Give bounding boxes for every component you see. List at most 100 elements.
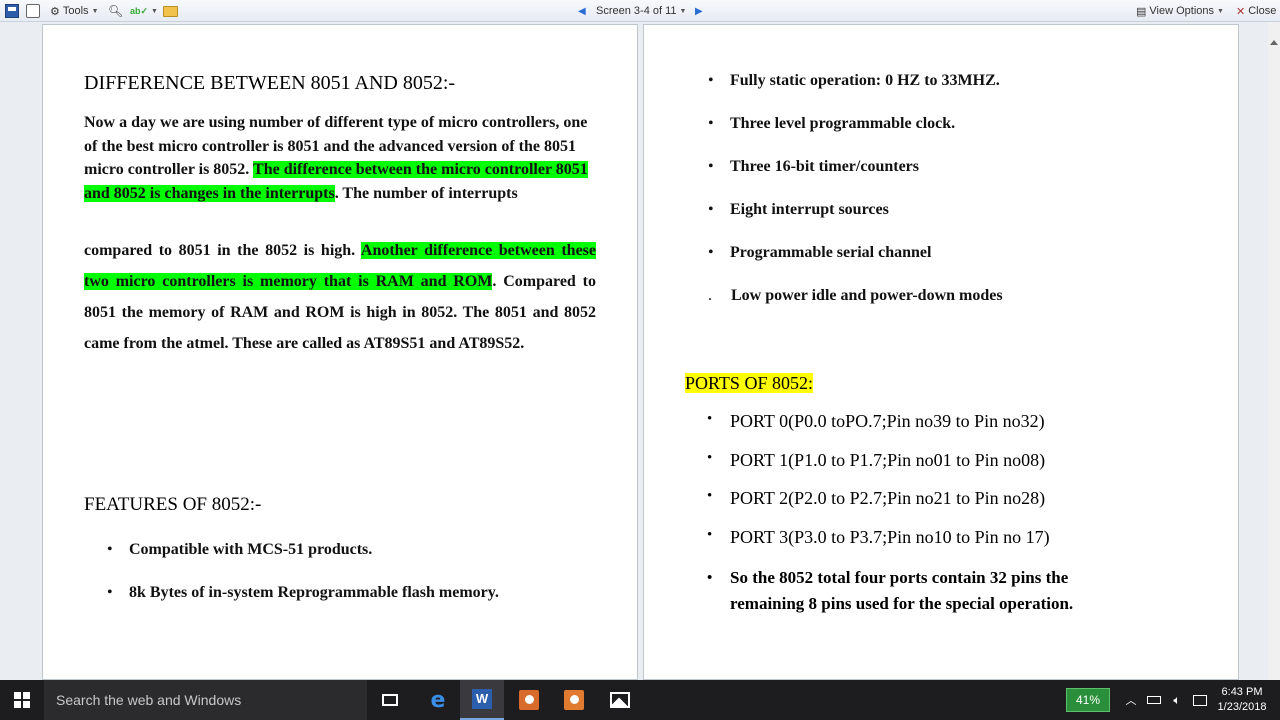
list-item: • So the 8052 total four ports contain 3… <box>707 565 1074 617</box>
windows-logo-icon <box>14 692 30 708</box>
chevron-down-icon: ▼ <box>679 7 687 15</box>
print-preview-icon <box>26 4 40 18</box>
notification-icon <box>1193 694 1207 706</box>
list-item-text: PORT 3(P3.0 to P3.7;Pin no10 to Pin no 1… <box>730 527 1050 547</box>
battery-icon <box>1147 696 1161 704</box>
research-button[interactable]: 🔍︎ <box>108 3 123 19</box>
taskbar-app-word[interactable]: W <box>460 680 504 720</box>
list-item: • Three 16-bit timer/counters <box>708 158 919 176</box>
bullet-icon: • <box>707 570 713 586</box>
bullet-icon: • <box>707 450 713 466</box>
photos-icon <box>610 692 630 708</box>
list-item-text: So the 8052 total four ports contain 32 … <box>730 568 1069 587</box>
show-hidden-icons-button[interactable]: ︿ <box>1120 680 1142 720</box>
taskbar-search-box[interactable]: Search the web and Windows <box>44 680 367 720</box>
previous-screen-button[interactable]: ◀ <box>578 3 586 19</box>
list-item-text: Three 16-bit timer/counters <box>730 158 919 175</box>
list-item: • Programmable serial channel <box>708 244 932 262</box>
task-view-button[interactable] <box>368 680 412 720</box>
presentation-icon <box>564 690 584 710</box>
taskbar-app-powerpoint[interactable] <box>507 680 551 720</box>
section-heading-features: FEATURES OF 8052:- <box>84 494 262 515</box>
list-item-text: 8k Bytes of in-system Reprogrammable fla… <box>129 584 499 601</box>
section-heading-difference: DIFFERENCE BETWEEN 8051 AND 8052:- <box>84 72 456 94</box>
list-item: • Fully static operation: 0 HZ to 33MHZ. <box>708 72 1000 90</box>
tools-menu[interactable]: ⚙ Tools ▼ <box>50 3 99 19</box>
document-page-right: • Fully static operation: 0 HZ to 33MHZ. … <box>643 24 1239 692</box>
vertical-scrollbar[interactable] <box>1268 22 1280 680</box>
close-button[interactable]: ✕ Close <box>1236 3 1276 19</box>
bullet-icon: • <box>107 541 113 558</box>
print-preview-button[interactable] <box>26 3 40 19</box>
paragraph-text: compared to 8051 in the 8052 is high. <box>84 242 361 259</box>
next-screen-button[interactable]: ▶ <box>695 3 703 19</box>
tools-icon: ⚙ <box>50 5 60 18</box>
bullet-icon: . <box>708 287 712 304</box>
view-options-icon: ▤ <box>1136 5 1147 18</box>
list-item-text: Low power idle and power-down modes <box>731 287 1003 304</box>
word-icon: W <box>472 689 492 709</box>
clock-time: 6:43 PM <box>1221 686 1263 698</box>
list-item-text: Compatible with MCS-51 products. <box>129 541 373 558</box>
edge-icon: e <box>430 687 446 713</box>
open-folder-button[interactable] <box>163 3 178 19</box>
taskbar-app-photos[interactable] <box>598 680 642 720</box>
start-button[interactable] <box>0 680 44 720</box>
list-item-text: Programmable serial channel <box>730 244 932 261</box>
save-button[interactable] <box>5 3 19 19</box>
task-view-icon <box>382 694 398 706</box>
list-item: • PORT 3(P3.0 to P3.7;Pin no10 to Pin no … <box>707 527 1050 548</box>
bullet-icon: • <box>708 158 714 175</box>
reading-mode-toolbar: ⚙ Tools ▼ 🔍︎ ab✓ ▼ ◀ Screen 3-4 of 11 ▼ … <box>0 0 1280 22</box>
close-label: Close <box>1248 5 1277 17</box>
save-icon <box>5 4 19 18</box>
list-item-text: PORT 2(P2.0 to P2.7;Pin no21 to Pin no28… <box>730 488 1046 508</box>
scroll-up-icon[interactable] <box>1270 40 1278 45</box>
list-item: • Three level programmable clock. <box>708 115 956 133</box>
paragraph-intro: Now a day we are using number of differe… <box>84 111 589 205</box>
list-item: • Eight interrupt sources <box>708 201 889 219</box>
action-center-button[interactable] <box>1188 680 1212 720</box>
spelling-icon: ab✓ <box>130 5 149 16</box>
view-options-menu[interactable]: ▤ View Options ▼ <box>1136 3 1224 19</box>
clock-date: 1/23/2018 <box>1217 701 1267 713</box>
volume-button[interactable]: 🔈︎ <box>1166 680 1188 720</box>
taskbar-app-edge[interactable]: e <box>416 680 460 720</box>
list-item: • 8k Bytes of in-system Reprogrammable fl… <box>107 584 499 602</box>
bullet-icon: • <box>707 527 713 543</box>
bullet-icon: • <box>708 244 714 261</box>
chevron-up-icon: ︿ <box>1125 695 1137 707</box>
list-item: • Compatible with MCS-51 products. <box>107 541 373 559</box>
list-item-text: PORT 1(P1.0 to P1.7;Pin no01 to Pin no08… <box>730 450 1046 470</box>
highlighted-text: PORTS OF 8052: <box>685 373 813 393</box>
power-status-button[interactable] <box>1142 680 1166 720</box>
chevron-down-icon: ▼ <box>1217 7 1224 15</box>
folder-icon <box>163 5 178 17</box>
speaker-icon: 🔈︎ <box>1173 692 1181 707</box>
paragraph-text: . The number of interrupts <box>334 184 518 202</box>
screen-selector[interactable]: Screen 3-4 of 11 ▼ <box>596 3 686 19</box>
taskbar-clock[interactable]: 6:43 PM 1/23/2018 <box>1215 685 1269 715</box>
taskbar-app-presentation[interactable] <box>552 680 596 720</box>
bullet-icon: • <box>707 488 713 504</box>
windows-taskbar: Search the web and Windows e W 41% ︿ 🔈︎ … <box>0 680 1280 720</box>
spelling-button[interactable]: ab✓ ▼ <box>130 3 158 19</box>
list-item: • PORT 2(P2.0 to P2.7;Pin no21 to Pin no2… <box>707 488 1046 509</box>
list-item-text: Fully static operation: 0 HZ to 33MHZ. <box>730 72 1000 89</box>
list-item-text: remaining 8 pins used for the special op… <box>730 594 1074 613</box>
paragraph-memory: compared to 8051 in the 8052 is high. An… <box>84 235 597 359</box>
battery-indicator[interactable]: 41% <box>1066 688 1110 712</box>
view-options-label: View Options <box>1149 5 1215 17</box>
arrow-right-icon: ▶ <box>695 5 703 17</box>
chevron-down-icon: ▼ <box>151 7 158 15</box>
section-heading-ports: PORTS OF 8052: <box>685 373 813 394</box>
tools-label: Tools <box>62 5 89 17</box>
list-item-text: PORT 0(P0.0 toPO.7;Pin no39 to Pin no32) <box>730 411 1045 431</box>
powerpoint-icon <box>519 690 539 710</box>
screen-indicator: Screen 3-4 of 11 <box>596 5 677 17</box>
list-item-text: Three level programmable clock. <box>730 115 956 132</box>
bullet-icon: • <box>708 201 714 218</box>
bullet-icon: • <box>708 115 714 132</box>
list-item: . Low power idle and power-down modes <box>708 287 1003 305</box>
list-item: • PORT 1(P1.0 to P1.7;Pin no01 to Pin no0… <box>707 450 1046 471</box>
